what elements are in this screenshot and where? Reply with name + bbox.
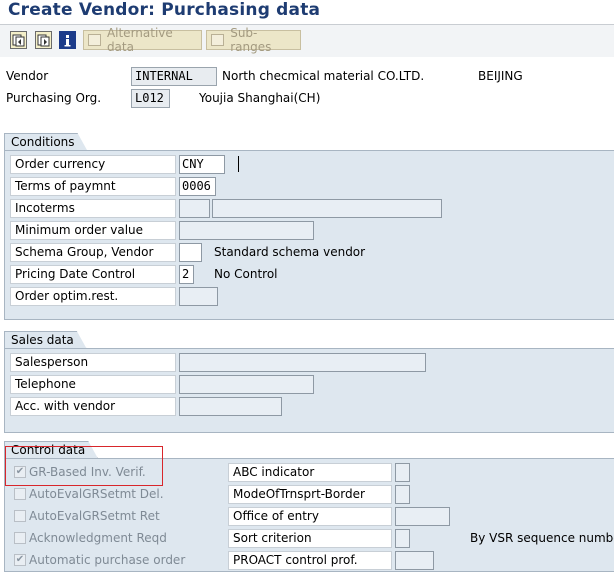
highlight-annotation (5, 446, 163, 486)
acc-with-vendor-input[interactable] (179, 397, 282, 416)
abc-indicator-input[interactable] (395, 463, 410, 482)
acc-with-vendor-label: Acc. with vendor (10, 397, 176, 416)
schema-group-label: Schema Group, Vendor (10, 243, 176, 262)
schema-group-input[interactable] (179, 243, 202, 262)
proact-label: PROACT control prof. (228, 551, 392, 570)
telephone-input[interactable] (179, 375, 314, 394)
page-title: Create Vendor: Purchasing data (8, 0, 321, 20)
alternative-data-button[interactable]: Alternative data (83, 26, 202, 54)
auto-eval-ret-checkbox[interactable] (14, 510, 26, 522)
purchasing-org-label: Purchasing Org. (6, 91, 102, 105)
ack-reqd-label: Acknowledgment Reqd (29, 531, 167, 545)
auto-eval-del-checkbox[interactable] (14, 488, 26, 500)
auto-eval-del-label: AutoEvalGRSetmt Del. (29, 487, 164, 501)
vendor-field[interactable]: INTERNAL (131, 67, 217, 86)
previous-screen-button[interactable] (10, 31, 27, 49)
purchasing-org-name: Youjia Shanghai(CH) (199, 91, 321, 105)
pricing-date-control-input[interactable]: 2 (179, 265, 194, 284)
next-screen-button[interactable] (35, 31, 52, 49)
info-icon (64, 34, 71, 46)
terms-of-payment-input[interactable]: 0006 (179, 177, 216, 196)
office-entry-label: Office of entry (228, 507, 392, 526)
mode-transport-label: ModeOfTrnsprt-Border (228, 485, 392, 504)
sub-ranges-label: Sub-ranges (230, 26, 272, 54)
office-entry-input[interactable] (395, 507, 450, 526)
salesperson-label: Salesperson (10, 353, 176, 372)
text-cursor (238, 156, 239, 172)
min-order-value-label: Minimum order value (10, 221, 176, 240)
auto-eval-ret-label: AutoEvalGRSetmt Ret (29, 509, 160, 523)
pricing-date-control-desc: No Control (214, 267, 278, 281)
abc-indicator-label: ABC indicator (228, 463, 392, 482)
alternative-data-label: Alternative data (106, 26, 173, 54)
mode-transport-input[interactable] (395, 485, 410, 504)
order-currency-label: Order currency (10, 155, 176, 174)
telephone-label: Telephone (10, 375, 176, 394)
salesperson-input[interactable] (179, 353, 426, 372)
purchasing-org-field[interactable]: L012 (131, 89, 170, 108)
schema-group-desc: Standard schema vendor (214, 245, 366, 259)
pricing-date-control-label: Pricing Date Control (10, 265, 176, 284)
vendor-city: BEIJING (478, 69, 523, 83)
sort-criterion-label: Sort criterion (228, 529, 392, 548)
ack-reqd-checkbox[interactable] (14, 532, 26, 544)
alternative-data-icon (88, 34, 101, 46)
sales-group-title: Sales data (4, 331, 87, 349)
sort-criterion-desc: By VSR sequence number (470, 531, 614, 545)
auto-po-checkbox[interactable]: ✔ (14, 554, 26, 566)
incoterms-input-2[interactable] (212, 199, 442, 218)
vendor-label: Vendor (6, 69, 49, 83)
incoterms-label: Incoterms (10, 199, 176, 218)
conditions-group-title: Conditions (4, 133, 88, 151)
auto-po-label: Automatic purchase order (29, 553, 186, 567)
next-screen-icon (37, 34, 50, 46)
order-optim-input[interactable] (179, 287, 218, 306)
min-order-value-input[interactable] (179, 221, 314, 240)
order-optim-label: Order optim.rest. (10, 287, 176, 306)
incoterms-input-1[interactable] (179, 199, 210, 218)
proact-input[interactable] (395, 551, 434, 570)
order-currency-input[interactable]: CNY (179, 155, 225, 174)
terms-of-payment-label: Terms of paymnt (10, 177, 176, 196)
sort-criterion-input[interactable] (395, 529, 410, 548)
sub-ranges-button[interactable]: Sub-ranges (206, 26, 301, 54)
vendor-name: North checmical material CO.LTD. (222, 69, 425, 83)
info-button[interactable] (59, 31, 76, 49)
sub-ranges-icon (211, 34, 225, 46)
previous-screen-icon (12, 34, 25, 46)
